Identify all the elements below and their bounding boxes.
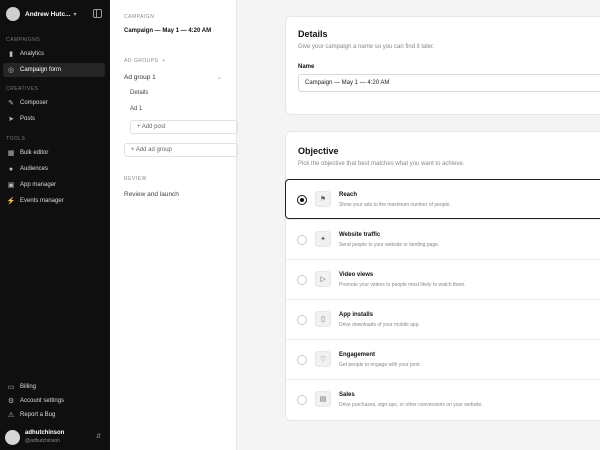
- avatar: [5, 429, 20, 445]
- chevron-down-icon: ⌄: [216, 75, 222, 81]
- ad-group-name: Ad group 1: [124, 74, 156, 81]
- account-name: adhutchinson: [25, 430, 65, 436]
- user-name: Andrew Hutc...: [25, 10, 71, 18]
- objective-option-sales[interactable]: ▤ Sales Drive purchases, sign-ups, or ot…: [286, 379, 600, 419]
- details-title: Details: [298, 29, 328, 39]
- cursor-icon: ✦: [315, 231, 331, 247]
- add-ad-group-button[interactable]: + Add ad group: [124, 143, 238, 157]
- sidebar-item-composer[interactable]: ✎ Composer: [3, 96, 105, 110]
- option-description: Send people to your website or landing p…: [339, 242, 440, 248]
- option-title: Website traffic: [339, 232, 381, 238]
- objective-card: Objective Pick the objective that best m…: [285, 131, 600, 421]
- video-icon: ▷: [315, 271, 331, 287]
- option-description: Drive downloads of your mobile app.: [339, 322, 420, 328]
- option-description: Show your ads to the maximum number of p…: [339, 202, 451, 208]
- objective-subtitle: Pick the objective that best matches wha…: [298, 161, 465, 167]
- sidebar-item-account-settings[interactable]: ⚙ Account settings: [3, 394, 105, 408]
- option-description: Drive purchases, sign-ups, or other conv…: [339, 402, 483, 408]
- add-post-button[interactable]: + Add post: [130, 120, 238, 134]
- sidebar-item-label: Audiences: [20, 166, 49, 172]
- app-icon: ▣: [7, 182, 15, 189]
- avatar: [6, 7, 20, 21]
- objective-title: Objective: [298, 146, 339, 156]
- campaign-name-input[interactable]: Campaign — May 1 — 4:20 AM: [298, 74, 600, 92]
- sidebar-item-label: Report a Bug: [20, 412, 56, 418]
- sidebar-item-label: Campaign form: [20, 67, 62, 73]
- gear-icon: ⚙: [7, 398, 15, 405]
- sidebar-item-label: Composer: [20, 100, 48, 106]
- campaign-label: CAMPAIGN: [124, 14, 155, 20]
- radio[interactable]: [297, 315, 307, 325]
- section-label-tools: TOOLS: [6, 136, 26, 142]
- sidebar-item-label: Account settings: [20, 398, 65, 404]
- send-icon: ➤: [8, 116, 14, 123]
- objective-option-engagement[interactable]: ♡ Engagement Get people to engage with y…: [286, 339, 600, 379]
- radio[interactable]: [297, 235, 307, 245]
- sidebar-item-app-manager[interactable]: ▣ App manager: [3, 178, 105, 192]
- option-title: Sales: [339, 392, 355, 398]
- card-icon: ▭: [7, 384, 15, 391]
- nav-item-details[interactable]: Details: [130, 90, 148, 96]
- campaign-name[interactable]: Campaign — May 1 — 4:20 AM: [124, 28, 211, 34]
- sidebar-item-label: Billing: [20, 384, 37, 390]
- option-title: Video views: [339, 272, 374, 278]
- megaphone-icon: ⚑: [315, 191, 331, 207]
- chart-icon: ▮: [9, 51, 13, 58]
- sidebar-item-report-bug[interactable]: ⚠ Report a Bug: [3, 408, 105, 422]
- sidebar: Andrew Hutc... ▾ CAMPAIGNS ▮ Analytics ◎…: [0, 0, 110, 450]
- objective-option-app-installs[interactable]: ▯ App installs Drive downloads of your m…: [286, 299, 600, 339]
- sidebar-item-posts[interactable]: ➤ Posts: [3, 112, 105, 126]
- cart-icon: ▤: [315, 391, 331, 407]
- sidebar-item-label: App manager: [20, 182, 57, 188]
- campaign-nav-panel: CAMPAIGN Campaign — May 1 — 4:20 AM AD G…: [110, 0, 238, 450]
- option-title: Reach: [339, 192, 358, 198]
- add-ad-group-plus-icon[interactable]: +: [162, 58, 165, 64]
- sidebar-item-label: Posts: [20, 116, 36, 122]
- objective-option-reach[interactable]: ⚑ Reach Show your ads to the maximum num…: [285, 179, 600, 219]
- chevron-updown-icon: ⇵: [95, 434, 101, 440]
- ad-groups-label: AD GROUPS +: [124, 58, 166, 64]
- details-card: Details Give your campaign a name so you…: [285, 16, 600, 115]
- objective-option-video-views[interactable]: ▷ Video views Promote your videos to peo…: [286, 259, 600, 299]
- radio[interactable]: [297, 395, 307, 405]
- bolt-icon: ⚡: [6, 198, 16, 205]
- radio[interactable]: [297, 275, 307, 285]
- option-title: App installs: [339, 312, 374, 318]
- ad-group-item[interactable]: Ad group 1 ⌄: [124, 74, 236, 81]
- sidebar-item-campaign-form[interactable]: ◎ Campaign form: [3, 63, 105, 77]
- radio[interactable]: [297, 355, 307, 365]
- sidebar-toggle-icon[interactable]: [93, 9, 102, 18]
- section-label-campaigns: CAMPAIGNS: [6, 37, 41, 43]
- section-label-creatives: CREATIVES: [6, 86, 39, 92]
- nav-item-review-launch[interactable]: Review and launch: [124, 191, 179, 198]
- option-title: Engagement: [339, 352, 376, 358]
- option-description: Get people to engage with your post.: [339, 362, 421, 368]
- radio-selected[interactable]: [297, 195, 307, 205]
- account-handle: @adhutchinson: [25, 438, 60, 444]
- sidebar-item-analytics[interactable]: ▮ Analytics: [3, 47, 105, 61]
- sidebar-item-events-manager[interactable]: ⚡ Events manager: [3, 194, 105, 208]
- target-icon: ◎: [7, 67, 15, 74]
- sidebar-item-label: Events manager: [20, 198, 64, 204]
- objective-option-website-traffic[interactable]: ✦ Website traffic Send people to your we…: [286, 219, 600, 259]
- user-menu[interactable]: adhutchinson @adhutchinson ⇵: [0, 424, 110, 450]
- sidebar-item-label: Analytics: [20, 51, 45, 57]
- sidebar-item-bulk-editor[interactable]: ▦ Bulk editor: [3, 146, 105, 160]
- sidebar-item-audiences[interactable]: ● Audiences: [3, 162, 105, 176]
- phone-icon: ▯: [315, 311, 331, 327]
- option-description: Promote your videos to people most likel…: [339, 282, 466, 288]
- edit-icon: ✎: [8, 100, 14, 107]
- nav-item-ad-1[interactable]: Ad 1: [130, 106, 142, 112]
- heart-icon: ♡: [315, 351, 331, 367]
- chevron-down-icon: ▾: [73, 11, 77, 18]
- details-subtitle: Give your campaign a name so you can fin…: [298, 44, 435, 50]
- sidebar-item-billing[interactable]: ▭ Billing: [3, 380, 105, 394]
- grid-icon: ▦: [7, 150, 15, 157]
- people-icon: ●: [8, 165, 14, 173]
- bug-icon: ⚠: [7, 412, 15, 419]
- name-label: Name: [298, 64, 315, 70]
- review-label: REVIEW: [124, 176, 147, 182]
- sidebar-item-label: Bulk editor: [20, 150, 49, 156]
